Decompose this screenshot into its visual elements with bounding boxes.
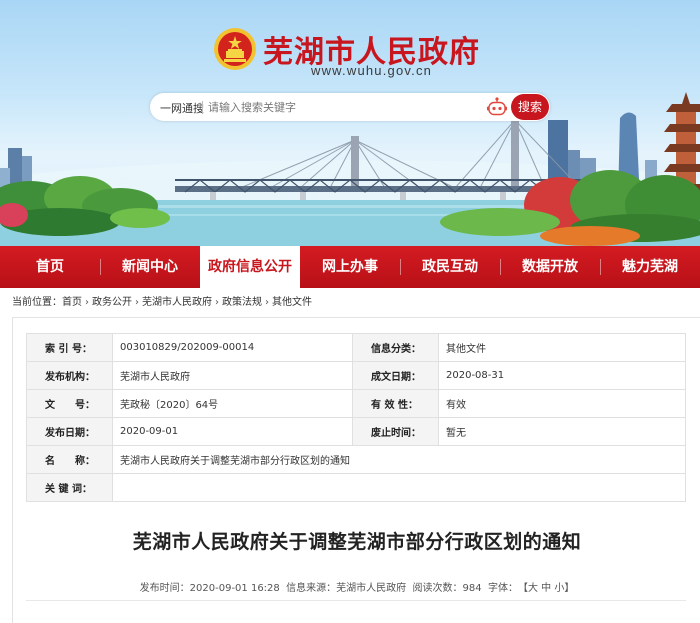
search-button[interactable]: 搜索 (511, 94, 549, 120)
doc-no-value: 芜政秘〔2020〕64号 (112, 389, 353, 418)
article-info-line: 发布时间：2020-09-01 16:28 信息来源：芜湖市人民政府 阅读次数：… (13, 579, 700, 594)
table-row: 发布日期： 2020-09-01 废止时间： 暂无 (26, 417, 686, 446)
font-size-small-button[interactable]: 小 (554, 579, 564, 594)
nav-item-gov-info[interactable]: 政府信息公开 (200, 246, 300, 288)
breadcrumb-item-other-docs[interactable]: 其他文件 (272, 294, 312, 312)
breadcrumb-separator: › (215, 297, 219, 308)
views-value: 984 (462, 583, 482, 594)
font-size-medium-button[interactable]: 中 (541, 579, 551, 594)
divider (26, 600, 686, 601)
created-date-value: 2020-08-31 (438, 361, 686, 390)
publish-time-value: 2020-09-01 16:28 (189, 583, 280, 594)
repeal-time-label: 废止时间： (352, 417, 439, 446)
breadcrumb: 当前位置：首页 › 政务公开 › 芜湖市人民政府 › 政策法规 › 其他文件 (12, 294, 312, 312)
source-value: 芜湖市人民政府 (336, 583, 407, 594)
index-no-label: 索 引 号： (26, 333, 113, 362)
robot-icon[interactable] (486, 96, 508, 118)
font-bracket-close: 】 (564, 583, 575, 594)
breadcrumb-item-home[interactable]: 首页 (62, 294, 82, 312)
search-input[interactable] (208, 98, 478, 116)
validity-label: 有 效 性： (352, 389, 439, 418)
publish-date-value: 2020-09-01 (112, 417, 353, 446)
content-panel: 索 引 号： 003010829/202009-00014 信息分类： 其他文件… (12, 317, 700, 623)
doc-no-label: 文 号： (26, 389, 113, 418)
site-url[interactable]: www.wuhu.gov.cn (311, 63, 432, 78)
nav-item-open-data[interactable]: 数据开放 (500, 246, 600, 288)
table-row: 索 引 号： 003010829/202009-00014 信息分类： 其他文件 (26, 333, 686, 362)
national-emblem-icon (214, 28, 256, 70)
keywords-label: 关 键 词： (26, 473, 113, 502)
publisher-value: 芜湖市人民政府 (112, 361, 353, 390)
publish-time-label: 发布时间： (139, 583, 190, 594)
font-size-large-button[interactable]: 大 (528, 579, 538, 594)
validity-value: 有效 (438, 389, 686, 418)
nav-item-news[interactable]: 新闻中心 (100, 246, 200, 288)
search-separator (202, 101, 203, 114)
publisher-label: 发布机构： (26, 361, 113, 390)
breadcrumb-item-gov-affairs[interactable]: 政务公开 (92, 294, 132, 312)
publish-date-label: 发布日期： (26, 417, 113, 446)
search-scope-label[interactable]: 一网通搜 (160, 100, 204, 116)
article-title: 芜湖市人民政府关于调整芜湖市部分行政区划的通知 (132, 531, 582, 553)
nav-item-online-services[interactable]: 网上办事 (300, 246, 400, 288)
breadcrumb-separator: › (135, 297, 139, 308)
created-date-label: 成文日期： (352, 361, 439, 390)
nav-item-home[interactable]: 首页 (0, 246, 100, 288)
main-nav: 首页 新闻中心 政府信息公开 网上办事 政民互动 数据开放 魅力芜湖 (0, 246, 700, 288)
breadcrumb-prefix: 当前位置： (12, 297, 62, 308)
category-value: 其他文件 (438, 333, 686, 362)
repeal-time-value: 暂无 (438, 417, 686, 446)
views-label: 阅读次数： (412, 583, 463, 594)
nav-item-interaction[interactable]: 政民互动 (400, 246, 500, 288)
document-metadata-table: 索 引 号： 003010829/202009-00014 信息分类： 其他文件… (26, 333, 686, 502)
table-row: 文 号： 芜政秘〔2020〕64号 有 效 性： 有效 (26, 389, 686, 418)
breadcrumb-separator: › (85, 297, 89, 308)
font-bracket-open: 【 (517, 583, 528, 594)
search-bar: 一网通搜 搜索 (150, 93, 550, 121)
source-label: 信息来源： (286, 583, 337, 594)
breadcrumb-separator: › (265, 297, 269, 308)
table-row: 名 称： 芜湖市人民政府关于调整芜湖市部分行政区划的通知 (26, 445, 686, 474)
nav-item-charm-wuhu[interactable]: 魅力芜湖 (600, 246, 700, 288)
category-label: 信息分类： (352, 333, 439, 362)
doc-name-value: 芜湖市人民政府关于调整芜湖市部分行政区划的通知 (112, 445, 686, 474)
keywords-value (112, 473, 686, 502)
font-size-label: 字体： (487, 583, 518, 594)
table-row: 关 键 词： (26, 473, 686, 502)
breadcrumb-item-city-gov[interactable]: 芜湖市人民政府 (142, 294, 212, 312)
breadcrumb-item-policies[interactable]: 政策法规 (222, 294, 262, 312)
header-banner: 芜湖市人民政府 www.wuhu.gov.cn 一网通搜 搜索 (0, 0, 700, 246)
table-row: 发布机构： 芜湖市人民政府 成文日期： 2020-08-31 (26, 361, 686, 390)
doc-name-label: 名 称： (26, 445, 113, 474)
index-no-value: 003010829/202009-00014 (112, 333, 353, 362)
